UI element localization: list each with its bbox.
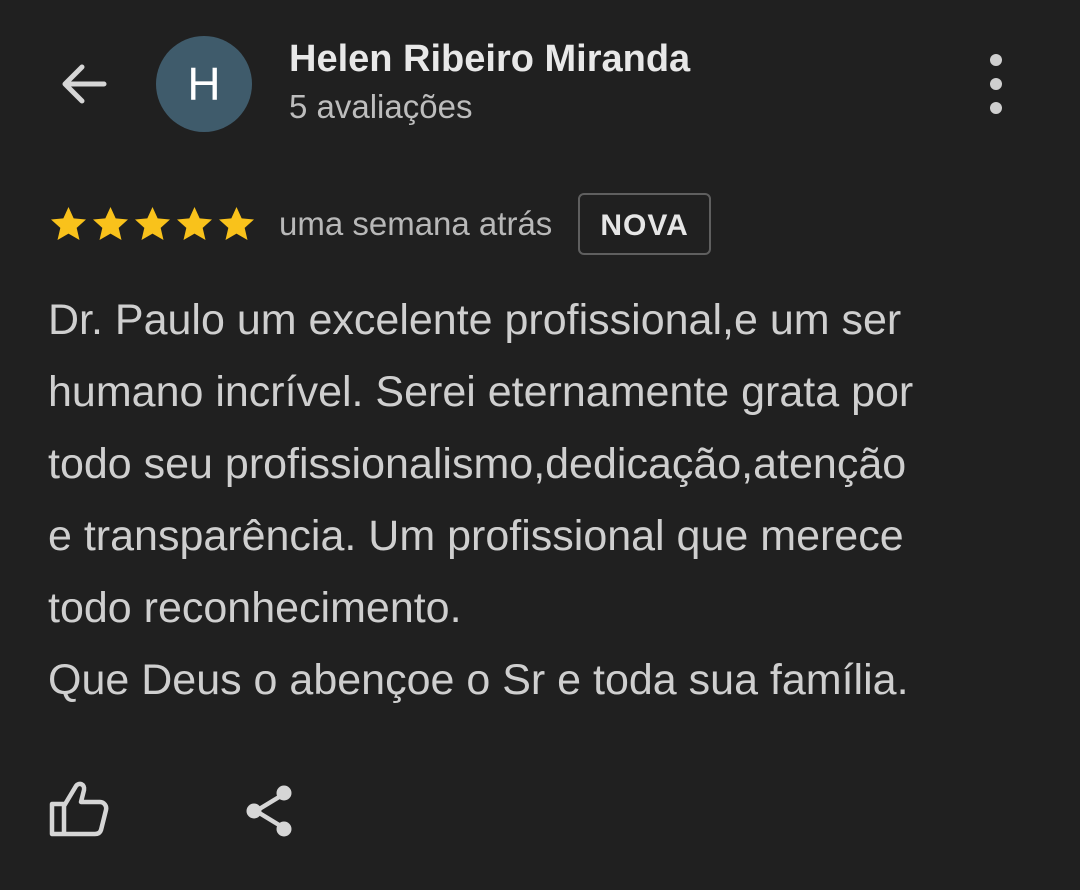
author-name[interactable]: Helen Ribeiro Miranda bbox=[289, 38, 690, 81]
more-options-button[interactable] bbox=[972, 54, 1020, 114]
rating-row: uma semana atrás NOVA bbox=[48, 190, 711, 258]
like-button[interactable] bbox=[46, 778, 112, 840]
star-icon bbox=[135, 207, 170, 240]
star-icon bbox=[51, 207, 86, 240]
more-vertical-icon-dot bbox=[990, 78, 1002, 90]
star-icon bbox=[177, 207, 212, 240]
review-count: 5 avaliações bbox=[289, 88, 473, 125]
review-text: Dr. Paulo um excelente profissional,e um… bbox=[48, 296, 914, 704]
thumbs-up-icon bbox=[49, 781, 109, 837]
star-icon bbox=[219, 207, 254, 240]
avatar[interactable]: H bbox=[156, 36, 252, 132]
back-button[interactable] bbox=[52, 52, 116, 116]
arrow-left-icon bbox=[62, 64, 107, 104]
more-vertical-icon-dot bbox=[990, 102, 1002, 114]
share-button[interactable] bbox=[240, 780, 302, 842]
star-icon bbox=[93, 207, 128, 240]
share-icon bbox=[246, 785, 292, 837]
new-badge: NOVA bbox=[578, 193, 711, 255]
avatar-initial: H bbox=[187, 58, 221, 110]
star-rating bbox=[48, 204, 257, 244]
review-page: H Helen Ribeiro Miranda 5 avaliações uma… bbox=[0, 0, 1080, 890]
more-vertical-icon bbox=[990, 54, 1002, 66]
review-date: uma semana atrás bbox=[279, 205, 553, 242]
